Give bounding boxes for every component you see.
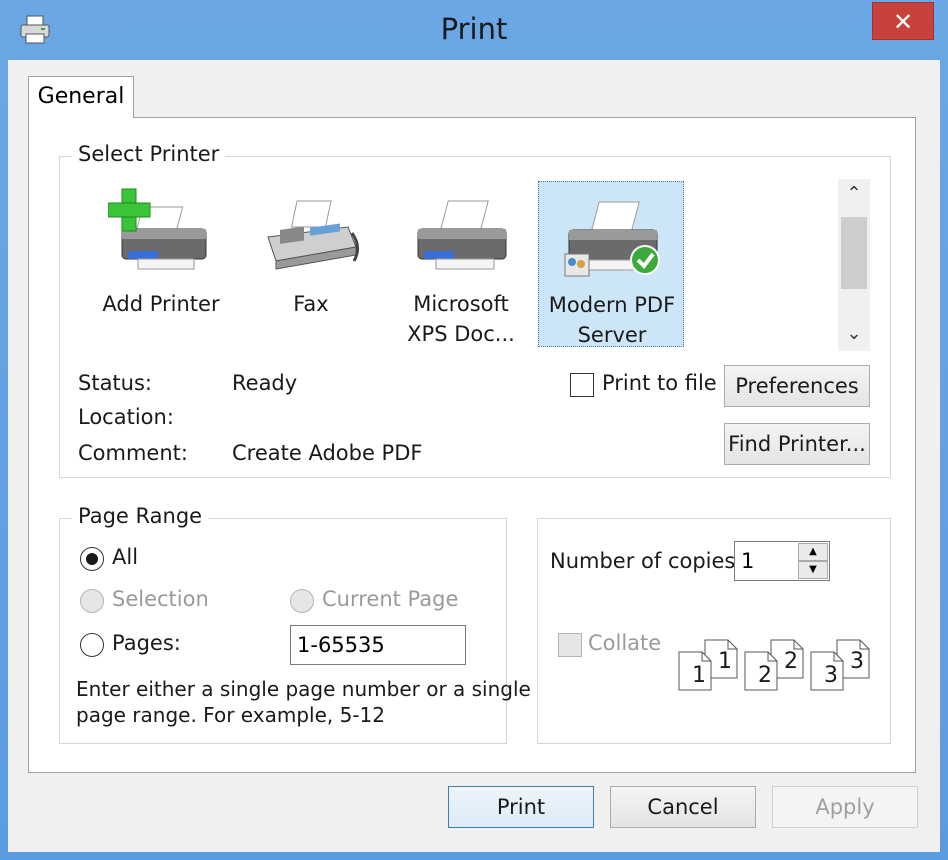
scroll-up-button[interactable]: ⌃ xyxy=(838,179,870,209)
dialog-client-area: General Select Printer Add Printer Fax M… xyxy=(8,60,940,852)
close-button[interactable]: ✕ xyxy=(872,2,934,40)
printer-item-add-printer[interactable]: Add Printer xyxy=(88,181,234,347)
printer-item-modern-pdf-server[interactable]: Modern PDF Server xyxy=(538,181,684,347)
printer-icon xyxy=(417,200,507,270)
collate-page-number: 3 xyxy=(824,663,838,688)
spin-down-icon: ▼ xyxy=(809,564,817,575)
collate-page-number: 1 xyxy=(718,649,732,674)
page-range-current-page-radio[interactable] xyxy=(290,589,314,613)
collate-checkbox[interactable] xyxy=(558,633,582,657)
print-button[interactable]: Print xyxy=(448,786,594,828)
collate-page-number: 2 xyxy=(758,663,772,688)
printer-name-label: Microsoft XPS Doc... xyxy=(407,292,515,346)
printer-name-label: Modern PDF Server xyxy=(548,293,676,347)
page-range-hint-line2: page range. For example, 5-12 xyxy=(76,703,385,727)
comment-value: Create Adobe PDF xyxy=(232,441,423,465)
location-label: Location: xyxy=(78,405,174,429)
chevron-down-icon: ⌄ xyxy=(846,323,862,344)
page-range-selection-label: Selection xyxy=(112,587,209,611)
select-printer-legend: Select Printer xyxy=(72,142,226,166)
scroll-down-button[interactable]: ⌄ xyxy=(838,319,870,349)
collate-label: Collate xyxy=(588,631,662,655)
copies-spin-down-button[interactable]: ▼ xyxy=(798,561,828,579)
spin-up-icon: ▲ xyxy=(809,546,817,557)
copies-spin-up-button[interactable]: ▲ xyxy=(798,543,828,561)
page-range-all-label[interactable]: All xyxy=(112,545,138,569)
tab-general[interactable]: General xyxy=(28,76,134,118)
number-of-copies-label: Number of copies: xyxy=(550,549,743,573)
collate-page-number: 3 xyxy=(850,649,864,674)
chevron-up-icon: ⌃ xyxy=(846,183,862,204)
collate-illustration: 1 1 2 2 3 3 xyxy=(678,639,878,699)
add-printer-icon xyxy=(108,188,207,270)
collate-page-number: 1 xyxy=(692,663,706,688)
preferences-button[interactable]: Preferences xyxy=(724,365,870,407)
print-to-file-checkbox[interactable] xyxy=(570,373,594,397)
printer-name-label: Add Printer xyxy=(102,292,220,316)
page-range-all-radio[interactable] xyxy=(80,547,104,571)
close-icon: ✕ xyxy=(892,8,914,36)
status-value: Ready xyxy=(232,371,298,395)
comment-label: Comment: xyxy=(78,441,188,465)
page-range-pages-label[interactable]: Pages: xyxy=(112,631,181,655)
status-label: Status: xyxy=(78,371,152,395)
pages-input[interactable]: 1-65535 xyxy=(290,625,466,665)
page-range-current-page-label: Current Page xyxy=(322,587,459,611)
print-dialog-window: Print ✕ General Select Printer Add Print… xyxy=(0,0,948,860)
print-to-file-label[interactable]: Print to file xyxy=(602,371,717,395)
printer-item-fax[interactable]: Fax xyxy=(238,181,384,347)
title-bar[interactable]: Print ✕ xyxy=(0,0,948,60)
copies-group: Number of copies: 1 ▲ ▼ Collate 1 1 2 2 … xyxy=(537,518,891,744)
scroll-thumb[interactable] xyxy=(841,217,867,289)
page-range-hint-line1: Enter either a single page number or a s… xyxy=(76,677,531,701)
radio-selected-dot xyxy=(86,553,98,565)
page-range-legend: Page Range xyxy=(72,504,209,528)
page-range-selection-radio[interactable] xyxy=(80,589,104,613)
cancel-button[interactable]: Cancel xyxy=(610,786,756,828)
apply-button[interactable]: Apply xyxy=(772,786,918,828)
find-printer-button[interactable]: Find Printer... xyxy=(724,423,870,465)
window-title: Print xyxy=(440,12,508,46)
page-range-group: Page Range All Selection Current Page Pa… xyxy=(59,504,531,744)
select-printer-group: Select Printer Add Printer Fax Microsoft… xyxy=(59,142,891,478)
number-of-copies-value: 1 xyxy=(741,549,755,573)
general-tab-panel: Select Printer Add Printer Fax Microsoft… xyxy=(28,117,916,773)
printer-name-label: Fax xyxy=(293,292,329,316)
printer-list-scrollbar[interactable]: ⌃ ⌄ xyxy=(838,179,870,351)
printer-item-microsoft-xps[interactable]: Microsoft XPS Doc... xyxy=(388,181,534,347)
pdf-printer-default-icon xyxy=(564,201,660,277)
page-range-pages-radio[interactable] xyxy=(80,633,104,657)
fax-icon xyxy=(267,200,359,270)
collate-page-number: 2 xyxy=(784,649,798,674)
